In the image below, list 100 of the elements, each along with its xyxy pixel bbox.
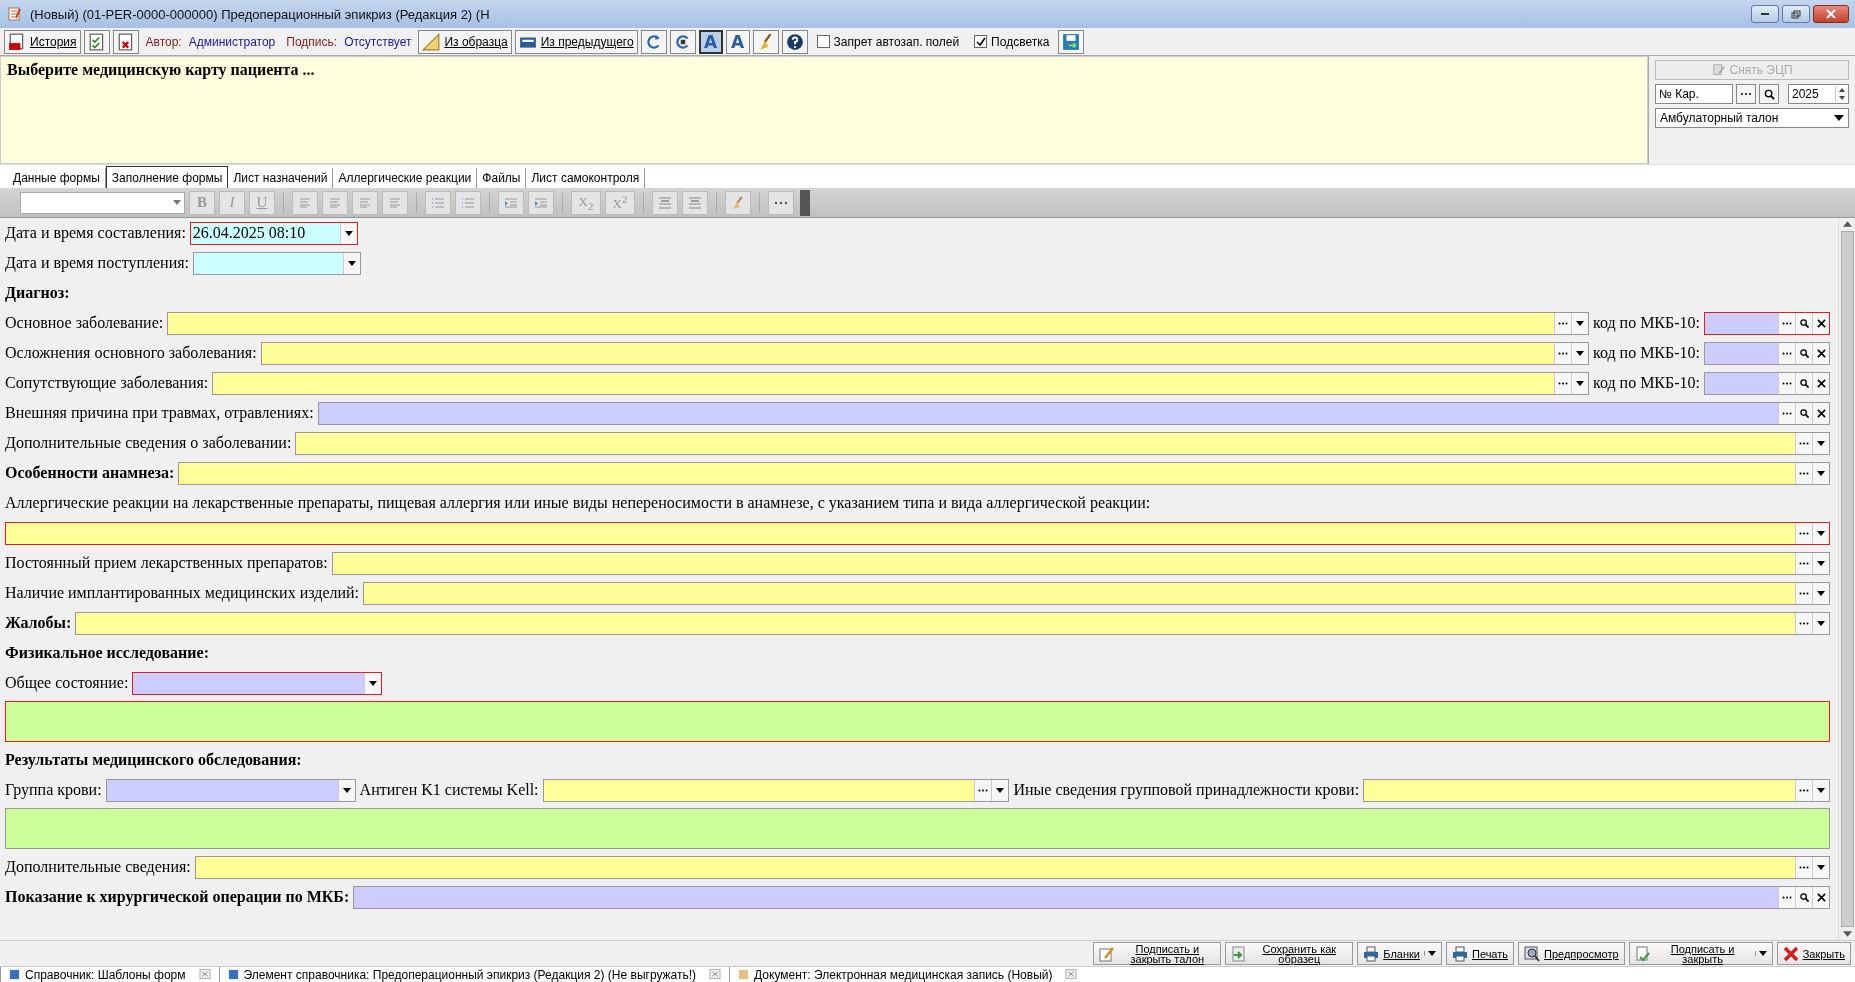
from-template-button[interactable]: Из образца	[418, 29, 512, 54]
dropdown-button[interactable]	[337, 779, 355, 801]
action-button[interactable]: Печать	[1445, 942, 1514, 965]
text-field[interactable]	[331, 551, 1830, 575]
action-button[interactable]: Бланки	[1357, 942, 1442, 965]
dropdown-button[interactable]	[991, 779, 1009, 801]
action-button[interactable]: Закрыть	[1776, 942, 1851, 965]
year-spinner[interactable]: 2025	[1788, 84, 1849, 104]
tab[interactable]: Заполнение формы	[105, 166, 229, 188]
caret-icon	[1575, 350, 1584, 356]
text-field[interactable]	[295, 431, 1830, 455]
refresh-button[interactable]	[640, 29, 667, 54]
close-button[interactable]	[1813, 5, 1849, 23]
clear-button[interactable]	[1812, 312, 1829, 334]
checkbox[interactable]: Подсветка	[974, 34, 1050, 49]
document-check-button[interactable]	[83, 29, 110, 54]
text-field[interactable]	[178, 461, 1830, 485]
font-size-button[interactable]: A	[698, 29, 723, 54]
text-field[interactable]	[194, 855, 1830, 879]
date-field[interactable]: 26.04.2025 08:10	[189, 221, 358, 245]
scrollbar[interactable]	[1838, 218, 1855, 940]
clear-button[interactable]	[1812, 886, 1829, 908]
minimize-button[interactable]	[1751, 5, 1779, 23]
document-tab[interactable]: Элемент справочника: Предоперационный эпикриз (Редакция 2) (Не выгружать!)	[218, 967, 730, 982]
search-button[interactable]	[1795, 372, 1812, 394]
action-button[interactable]: Подписать и закрыть	[1628, 942, 1773, 965]
search-button[interactable]	[1795, 402, 1812, 424]
combo-field[interactable]	[105, 778, 356, 802]
scrollbar-thumb[interactable]	[1840, 231, 1854, 927]
help-icon	[785, 32, 804, 51]
code-field[interactable]	[1704, 341, 1830, 365]
text-field[interactable]	[260, 341, 1589, 365]
dropdown-button[interactable]	[1812, 522, 1829, 544]
text-field[interactable]	[363, 581, 1830, 605]
search-button[interactable]	[1795, 886, 1812, 908]
close-icon[interactable]	[709, 969, 722, 980]
clear-button[interactable]	[1812, 372, 1829, 394]
save-button[interactable]	[1058, 29, 1085, 54]
toolbar-grip[interactable]	[800, 189, 810, 216]
close-icon[interactable]	[1065, 969, 1078, 980]
scroll-up-icon[interactable]	[1842, 221, 1852, 227]
dropdown-button[interactable]	[1812, 432, 1829, 454]
ellipsis-button[interactable]	[1736, 84, 1756, 104]
card-number-field[interactable]: № Кар.	[1655, 84, 1733, 104]
broom-button[interactable]	[752, 29, 779, 54]
search-button[interactable]	[1759, 84, 1779, 104]
text-field[interactable]	[5, 521, 1830, 545]
memo-field[interactable]	[5, 808, 1830, 849]
search-button[interactable]	[1795, 342, 1812, 364]
text-field[interactable]	[167, 311, 1589, 335]
ellipsis-button[interactable]	[1795, 522, 1812, 544]
scroll-down-icon[interactable]	[1842, 931, 1852, 937]
from-previous-button[interactable]: Из предыдущего	[514, 29, 638, 54]
ellipsis-icon	[1557, 321, 1568, 325]
combo-field[interactable]	[132, 671, 383, 695]
text-field[interactable]	[1363, 778, 1830, 802]
text-field[interactable]	[542, 778, 1010, 802]
author-name: Администратор	[188, 34, 276, 49]
code-field[interactable]	[353, 885, 1830, 909]
action-button[interactable]: Сохранить как образец	[1225, 942, 1354, 965]
font-select[interactable]	[20, 191, 185, 214]
dropdown-button[interactable]	[339, 222, 357, 244]
history-button[interactable]: История	[4, 29, 81, 54]
refresh-text-button[interactable]	[669, 29, 696, 54]
search-button[interactable]	[1795, 312, 1812, 334]
clear-button[interactable]	[1812, 342, 1829, 364]
document-type-select[interactable]: Амбулаторный талон	[1655, 108, 1849, 128]
spacing-button[interactable]	[652, 190, 678, 215]
dropdown-button[interactable]	[343, 252, 360, 274]
dropdown-button[interactable]	[1812, 856, 1829, 878]
text-field[interactable]	[212, 371, 1589, 395]
restore-button[interactable]	[1782, 5, 1810, 23]
action-button[interactable]: Предпросмотр	[1518, 942, 1625, 965]
code-field[interactable]	[317, 401, 1830, 425]
ellipsis-button[interactable]	[1778, 312, 1795, 334]
close-icon[interactable]	[198, 969, 211, 980]
document-tab[interactable]: Справочник: Шаблоны форм	[0, 967, 219, 982]
dropdown-button[interactable]	[1812, 779, 1829, 801]
document-delete-button[interactable]	[112, 29, 139, 54]
ellipsis-icon	[1799, 561, 1809, 565]
dropdown-button[interactable]	[1812, 612, 1829, 634]
code-field[interactable]	[1704, 311, 1830, 335]
dropdown-button[interactable]	[364, 672, 382, 694]
date-field[interactable]	[193, 251, 361, 275]
text-field[interactable]	[75, 611, 1830, 635]
dropdown-button[interactable]	[1812, 582, 1829, 604]
caret-icon	[1817, 864, 1825, 870]
memo-field[interactable]	[5, 701, 1830, 742]
checkbox[interactable]: Запрет автозап. полей	[816, 34, 960, 49]
caret-icon	[1575, 320, 1584, 326]
dropdown-button[interactable]	[1812, 552, 1829, 574]
document-tab[interactable]: Документ: Электронная медицинская запись (Новый)	[729, 967, 1086, 982]
spacing-button[interactable]	[682, 190, 708, 215]
help-button[interactable]	[781, 29, 808, 54]
clear-button[interactable]	[1812, 402, 1829, 424]
section-heading: Показание к хирургической операции по МКБ:	[5, 888, 350, 906]
action-button[interactable]: Подписать и закрыть талон	[1093, 942, 1222, 965]
font-style-button[interactable]: A	[725, 29, 750, 54]
code-field[interactable]	[1704, 371, 1830, 395]
dropdown-button[interactable]	[1812, 462, 1829, 484]
